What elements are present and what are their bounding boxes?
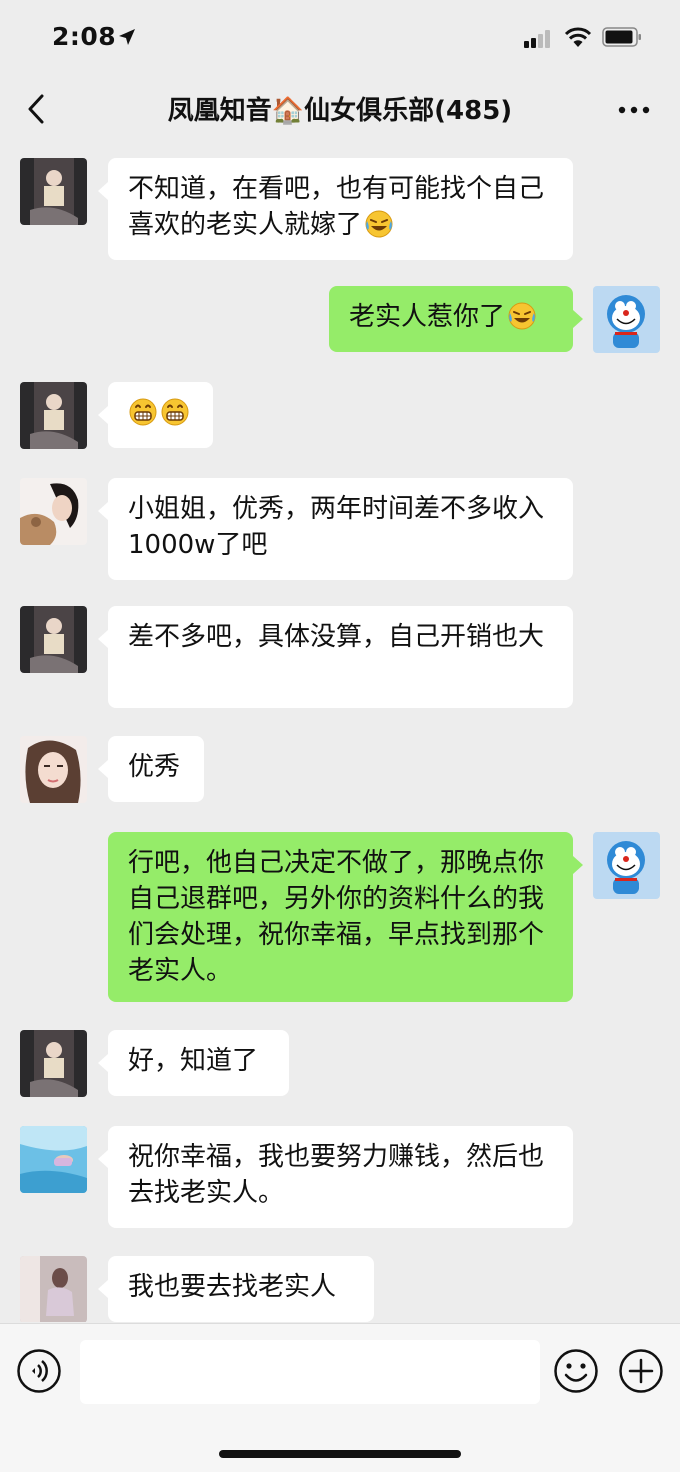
message-text: 老实人惹你了 — [349, 302, 506, 332]
message-bubble[interactable]: 老实人惹你了 — [329, 286, 583, 352]
more-actions-plus-icon[interactable] — [618, 1348, 664, 1394]
message-bubble[interactable]: 差不多吧，具体没算，自己开销也大 — [98, 606, 573, 708]
message-text: 我也要去找老实人 — [128, 1272, 337, 1302]
battery-icon — [602, 27, 641, 47]
grin-emoji-icon — [128, 397, 158, 427]
avatar[interactable] — [20, 736, 87, 803]
message-text: 优秀 — [128, 752, 181, 782]
more-options-icon[interactable] — [616, 98, 652, 122]
avatar[interactable] — [20, 606, 87, 673]
grin-emoji-icon — [160, 397, 190, 427]
message-bubble[interactable]: 我也要去找老实人 — [98, 1256, 374, 1322]
avatar[interactable] — [20, 382, 87, 449]
avatar[interactable] — [20, 1256, 87, 1322]
message-input[interactable] — [80, 1340, 540, 1404]
laughing-crying-emoji-icon — [364, 209, 394, 239]
message-bubble[interactable]: 不知道，在看吧，也有可能找个自己喜欢的老实人就嫁了 — [98, 158, 573, 260]
status-time: 2:08 — [52, 22, 117, 51]
avatar[interactable] — [20, 1030, 87, 1097]
cellular-signal-icon — [524, 30, 550, 48]
message-text: 小姐姐，优秀，两年时间差不多收入1000w了吧 — [128, 494, 545, 560]
message-bubble[interactable]: 祝你幸福，我也要努力赚钱，然后也去找老实人。 — [98, 1126, 573, 1228]
avatar[interactable] — [20, 1126, 87, 1193]
message-bubble[interactable]: 好，知道了 — [98, 1030, 289, 1096]
message-bubble[interactable]: 行吧，他自己决定不做了，那晚点你自己退群吧，另外你的资料什么的我们会处理，祝你幸… — [108, 832, 583, 1002]
message-bubble[interactable] — [98, 382, 213, 448]
wifi-icon — [564, 27, 592, 47]
message-text: 行吧，他自己决定不做了，那晚点你自己退群吧，另外你的资料什么的我们会处理，祝你幸… — [128, 848, 545, 986]
status-bar: 2:08 — [0, 0, 680, 78]
avatar[interactable] — [593, 832, 660, 899]
voice-input-icon[interactable] — [16, 1348, 62, 1394]
message-text: 祝你幸福，我也要努力赚钱，然后也去找老实人。 — [128, 1142, 545, 1208]
message-text: 差不多吧，具体没算，自己开销也大 — [128, 622, 545, 652]
avatar[interactable] — [20, 158, 87, 225]
emoji-picker-icon[interactable] — [553, 1348, 599, 1394]
laughing-crying-emoji-icon — [507, 301, 537, 331]
message-bubble[interactable]: 小姐姐，优秀，两年时间差不多收入1000w了吧 — [98, 478, 573, 580]
back-chevron-icon[interactable] — [22, 92, 52, 126]
message-bubble[interactable]: 优秀 — [98, 736, 204, 802]
message-text: 好，知道了 — [128, 1046, 259, 1076]
home-indicator[interactable] — [219, 1450, 461, 1458]
avatar[interactable] — [20, 478, 87, 545]
avatar[interactable] — [593, 286, 660, 353]
location-arrow-icon — [119, 29, 135, 45]
message-text: 不知道，在看吧，也有可能找个自己喜欢的老实人就嫁了 — [128, 174, 545, 240]
group-chat-title: 凤凰知音🏠仙女俱乐部(485) — [167, 96, 513, 126]
input-bar — [0, 1323, 680, 1472]
chat-header: 凤凰知音🏠仙女俱乐部(485) — [0, 78, 680, 142]
message-list[interactable]: 不知道，在看吧，也有可能找个自己喜欢的老实人就嫁了 老实人惹你了 小姐姐，优秀，… — [0, 142, 680, 1322]
